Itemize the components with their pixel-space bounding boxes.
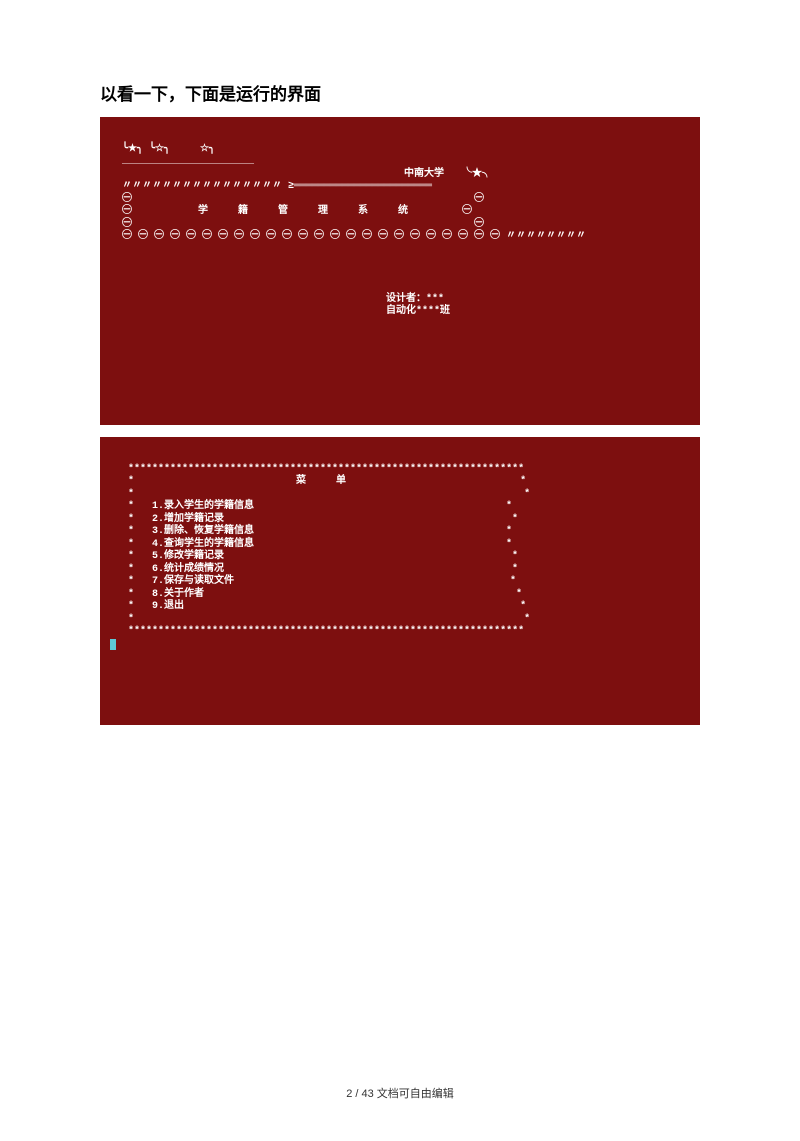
menu-border-top: ****************************************… xyxy=(110,464,524,475)
border-bottom: ㊀ ㊀ ㊀ ㊀ ㊀ ㊀ ㊀ ㊀ ㊀ ㊀ ㊀ ㊀ ㊀ ㊀ ㊀ ㊀ ㊀ ㊀ ㊀ ㊀ … xyxy=(110,231,586,242)
menu-item-2: * 2.增加学籍记录 * xyxy=(110,514,518,525)
console-screenshot-2: ****************************************… xyxy=(100,437,700,725)
deco-underline: ______________________ xyxy=(110,156,254,167)
menu-border-bottom: ****************************************… xyxy=(110,626,524,637)
class-label: 自动化****班 xyxy=(110,306,450,317)
menu-item-3: * 3.删除、恢复学籍信息 * xyxy=(110,526,512,537)
border-side: ㊀ ㊀ xyxy=(110,194,484,205)
intro-text: 以看一下，下面是运行的界面 xyxy=(100,80,700,105)
menu-item-6: * 6.统计成绩情况 * xyxy=(110,564,518,575)
border-top: 〃〃〃〃〃〃〃〃〃〃〃〃〃〃〃〃 ≥══════════════════════… xyxy=(110,181,432,192)
system-title: ㊀ 学 籍 管 理 系 统 ㊀ xyxy=(110,206,472,217)
page-footer: 2 / 43 文档可自由编辑 xyxy=(100,1085,700,1101)
university-name: 中南大学 ╰★╮ xyxy=(110,169,492,180)
menu-item-8: * 8.关于作者 * xyxy=(110,589,522,600)
menu-title: * 菜 单 * xyxy=(110,476,526,487)
menu-item-9: * 9.退出 * xyxy=(110,601,526,612)
menu-item-1: * 1.录入学生的学籍信息 * xyxy=(110,501,512,512)
console-screenshot-1: ╰★╮ ╰☆╮ ☆╮ ______________________ 中南大学 ╰… xyxy=(100,117,700,425)
designer-label: 设计者：*** xyxy=(110,294,444,305)
border-side: ㊀ ㊀ xyxy=(110,219,484,230)
cursor: - xyxy=(110,639,116,650)
menu-item-7: * 7.保存与读取文件 * xyxy=(110,576,516,587)
menu-item-5: * 5.修改学籍记录 * xyxy=(110,551,518,562)
menu-item-4: * 4.查询学生的学籍信息 * xyxy=(110,539,512,550)
deco-stars: ╰★╮ ╰☆╮ ☆╮ xyxy=(110,144,215,155)
menu-blank: * * xyxy=(110,614,530,625)
menu-blank: * * xyxy=(110,489,530,500)
